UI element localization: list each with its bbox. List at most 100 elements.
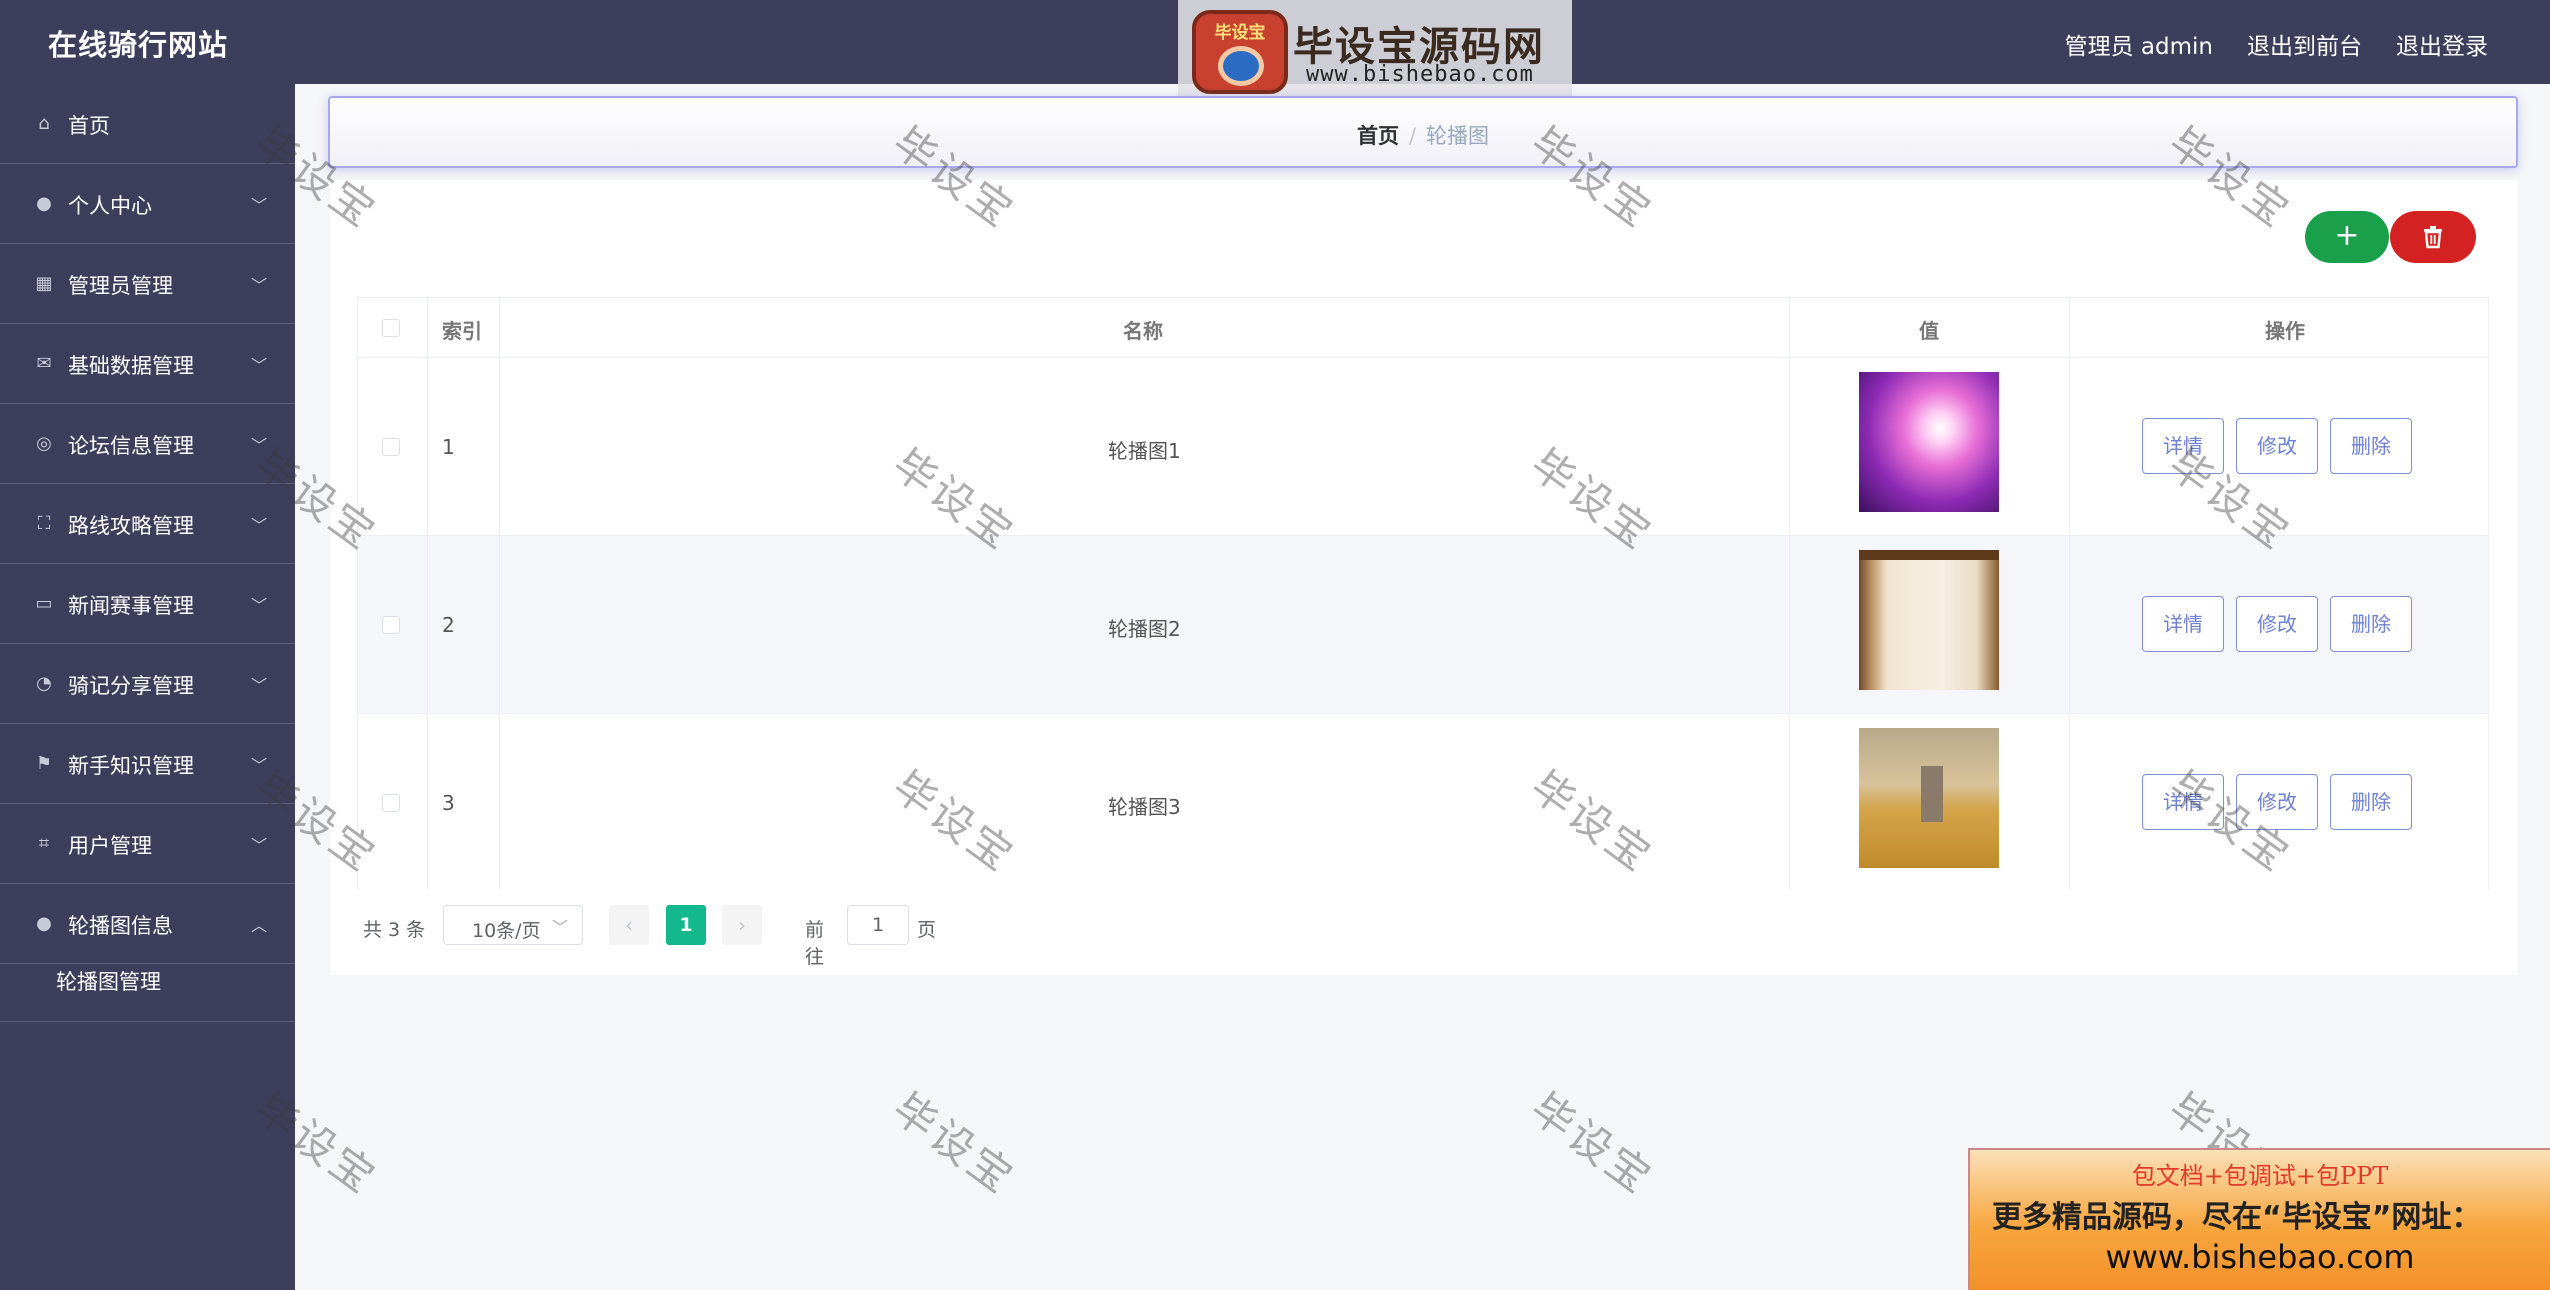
mail-icon: ✉ [36, 353, 52, 374]
gauge-icon: ◔ [36, 673, 52, 694]
column-divider [2069, 298, 2070, 890]
detail-button[interactable]: 详情 [2142, 418, 2224, 474]
promo-url: www.bishebao.com [2105, 1238, 2415, 1276]
edit-button[interactable]: 修改 [2236, 774, 2318, 830]
sidebar-item-route-guide[interactable]: ⛶ 路线攻略管理 ﹀ [0, 484, 295, 564]
hut-shape [1921, 766, 1943, 822]
row-name: 轮播图2 [1108, 617, 1181, 641]
exit-to-front-link[interactable]: 退出到前台 [2247, 27, 2362, 61]
top-links: 管理员 admin 退出到前台 退出登录 [2065, 27, 2488, 61]
sidebar-item-personal-center[interactable]: ● 个人中心 ﹀ [0, 164, 295, 244]
sidebar-item-forum[interactable]: ◎ 论坛信息管理 ﹀ [0, 404, 295, 484]
table-row: 3 轮播图3 详情 修改 删除 [358, 714, 2488, 890]
logout-link[interactable]: 退出登录 [2396, 27, 2488, 61]
delete-button[interactable]: 删除 [2330, 774, 2412, 830]
row-index: 1 [442, 435, 455, 459]
sidebar-item-user-management[interactable]: ⌗ 用户管理 ﹀ [0, 804, 295, 884]
chevron-down-icon: ﹀ [551, 918, 568, 937]
breadcrumb-home[interactable]: 首页 [1357, 124, 1399, 148]
sidebar-item-label: 新手知识管理 [68, 754, 194, 778]
table-header-row: 索引 名称 值 操作 [358, 298, 2488, 358]
row-name: 轮播图1 [1108, 439, 1181, 463]
compass-icon: ◎ [36, 433, 52, 454]
promo-line-1: 包文档+包调试+包PPT [2131, 1162, 2389, 1190]
breadcrumb-current: 轮播图 [1426, 124, 1490, 148]
sidebar-subitem-carousel-management[interactable]: 轮播图管理 [0, 940, 295, 1022]
add-button[interactable]: + [2305, 211, 2389, 263]
sidebar-subitem-label: 轮播图管理 [56, 970, 161, 994]
pagination-total: 共 3 条 [363, 919, 426, 941]
delete-button[interactable]: 删除 [2330, 418, 2412, 474]
row-index: 2 [442, 613, 455, 637]
sidebar-item-label: 路线攻略管理 [68, 514, 194, 538]
chevron-down-icon: ﹀ [250, 836, 267, 855]
sidebar-item-news-events[interactable]: ▭ 新闻赛事管理 ﹀ [0, 564, 295, 644]
sidebar-item-label: 管理员管理 [68, 274, 173, 298]
chevron-down-icon: ﹀ [250, 756, 267, 775]
prev-page-button[interactable]: ‹ [609, 905, 649, 945]
goto-suffix: 页 [917, 919, 937, 941]
carousel-thumbnail[interactable] [1859, 372, 1999, 512]
edit-button[interactable]: 修改 [2236, 418, 2318, 474]
sidebar-item-label: 论坛信息管理 [68, 434, 194, 458]
logo-badge: 毕设宝 [1192, 10, 1288, 94]
chevron-down-icon: ﹀ [250, 276, 267, 295]
breadcrumb-separator: / [1408, 124, 1417, 148]
delete-button[interactable]: 删除 [2330, 596, 2412, 652]
column-header-index: 索引 [442, 319, 482, 343]
logo-url: www.bishebao.com [1306, 62, 1534, 87]
grid-icon: ▦ [35, 273, 53, 294]
watermark-logo: 毕设宝 毕设宝源码网 www.bishebao.com [1178, 0, 1572, 104]
column-header-actions: 操作 [2265, 319, 2305, 343]
page-size-select[interactable]: 10条/页 ﹀ [443, 905, 583, 945]
column-divider [427, 298, 428, 890]
row-name: 轮播图3 [1108, 795, 1181, 819]
sidebar-item-ride-share[interactable]: ◔ 骑记分享管理 ﹀ [0, 644, 295, 724]
sidebar-item-home[interactable]: ⌂ 首页 [0, 84, 295, 164]
page-size-value: 10条/页 [472, 920, 541, 942]
user-icon: ● [36, 193, 52, 214]
sidebar-item-base-data[interactable]: ✉ 基础数据管理 ﹀ [0, 324, 295, 404]
column-divider [1789, 298, 1790, 890]
sidebar: ⌂ 首页 ● 个人中心 ﹀ ▦ 管理员管理 ﹀ ✉ 基础数据管理 ﹀ ◎ 论坛信… [0, 84, 295, 1290]
page-number-current[interactable]: 1 [666, 905, 706, 945]
row-checkbox[interactable] [382, 616, 400, 634]
carousel-thumbnail[interactable] [1859, 550, 1999, 690]
chevron-down-icon: ﹀ [250, 516, 267, 535]
edit-button[interactable]: 修改 [2236, 596, 2318, 652]
fullscreen-icon: ⛶ [37, 513, 51, 534]
sidebar-item-label: 用户管理 [68, 834, 152, 858]
sidebar-item-admin-management[interactable]: ▦ 管理员管理 ﹀ [0, 244, 295, 324]
detail-button[interactable]: 详情 [2142, 774, 2224, 830]
batch-delete-button[interactable] [2390, 211, 2476, 263]
row-actions: 详情 修改 删除 [2142, 774, 2442, 830]
row-index: 3 [442, 791, 455, 815]
sidebar-item-label: 个人中心 [68, 194, 152, 218]
column-divider [499, 298, 500, 890]
column-header-value: 值 [1919, 319, 1939, 343]
promo-line-2: 更多精品源码，尽在“毕设宝”网址： [1992, 1200, 2482, 1235]
row-actions: 详情 修改 删除 [2142, 418, 2442, 474]
detail-button[interactable]: 详情 [2142, 596, 2224, 652]
watermark-text: 毕设宝 [1521, 1083, 1663, 1205]
chevron-down-icon: ﹀ [250, 196, 267, 215]
sidebar-item-beginner-knowledge[interactable]: ⚑ 新手知识管理 ﹀ [0, 724, 295, 804]
next-page-button[interactable]: › [722, 905, 762, 945]
trash-icon [2424, 226, 2442, 249]
row-checkbox[interactable] [382, 794, 400, 812]
goto-page-input[interactable]: 1 [847, 905, 909, 945]
flag-icon: ⚑ [35, 753, 53, 774]
table-row: 1 轮播图1 详情 修改 删除 [358, 358, 2488, 536]
breadcrumb: 首页 / 轮播图 [328, 96, 2518, 168]
column-header-name: 名称 [1123, 319, 1163, 343]
row-checkbox[interactable] [382, 438, 400, 456]
admin-label[interactable]: 管理员 admin [2065, 27, 2213, 61]
crop-icon: ⌗ [38, 833, 50, 854]
carousel-thumbnail[interactable] [1859, 728, 1999, 868]
table-row: 2 轮播图2 详情 修改 删除 [358, 536, 2488, 714]
home-icon: ⌂ [38, 113, 50, 134]
promo-banner: 包文档+包调试+包PPT 更多精品源码，尽在“毕设宝”网址： www.bishe… [1968, 1148, 2550, 1290]
sidebar-item-label: 首页 [68, 114, 110, 138]
select-all-checkbox[interactable] [382, 319, 400, 337]
goto-label: 前往 [805, 919, 825, 968]
